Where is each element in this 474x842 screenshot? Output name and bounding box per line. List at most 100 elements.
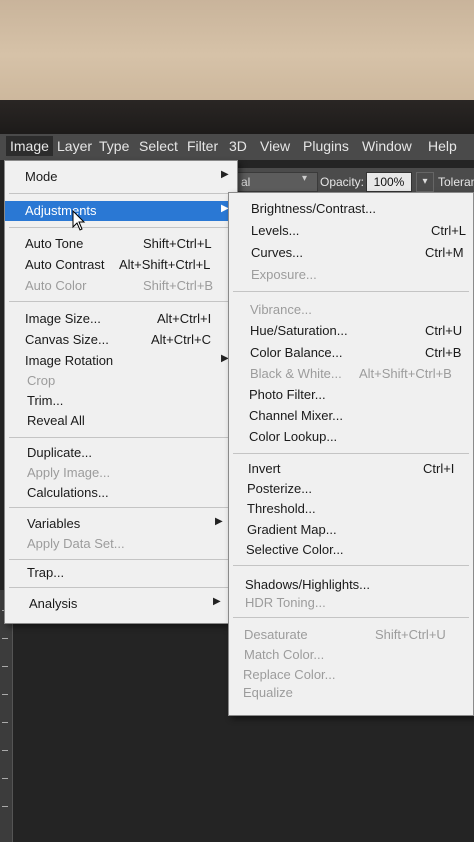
vertical-ruler <box>0 590 13 842</box>
menu-item-label: Apply Data Set... <box>27 536 125 551</box>
adjustments-submenu: Brightness/Contrast... Levels... Ctrl+L … <box>228 192 474 716</box>
menu-window[interactable]: Window <box>362 138 412 154</box>
menu-filter[interactable]: Filter <box>187 138 218 154</box>
menu-item-color-lookup[interactable]: Color Lookup... <box>229 427 473 447</box>
menu-item-threshold[interactable]: Threshold... <box>229 499 473 519</box>
image-menu: Mode ▶ Adjustments ▶ Auto Tone Shift+Ctr… <box>4 160 238 624</box>
menu-help[interactable]: Help <box>428 138 457 154</box>
menu-item-photo-filter[interactable]: Photo Filter... <box>229 385 473 405</box>
menu-item-label: Invert <box>248 461 281 476</box>
menu-item-auto-contrast[interactable]: Auto Contrast Alt+Shift+Ctrl+L <box>5 255 237 275</box>
menu-divider <box>233 617 469 618</box>
menu-item-analysis[interactable]: Analysis ▶ <box>5 594 237 614</box>
menu-item-auto-color: Auto Color Shift+Ctrl+B <box>5 276 237 296</box>
shortcut-label: Ctrl+M <box>425 245 464 260</box>
menu-view[interactable]: View <box>260 138 290 154</box>
menu-item-apply-image: Apply Image... <box>5 463 237 483</box>
menu-item-canvas-size[interactable]: Canvas Size... Alt+Ctrl+C <box>5 330 237 350</box>
menu-item-label: Color Balance... <box>250 345 343 360</box>
menu-item-label: Replace Color... <box>243 667 336 682</box>
menu-item-replace-color: Replace Color... <box>229 665 473 685</box>
menu-item-shadows-highlights[interactable]: Shadows/Highlights... <box>229 575 473 595</box>
menu-type[interactable]: Type <box>99 138 129 154</box>
menu-item-label: Auto Tone <box>25 236 84 251</box>
menu-item-selective-color[interactable]: Selective Color... <box>229 540 473 560</box>
background-wall <box>0 0 474 100</box>
menu-item-color-balance[interactable]: Color Balance... Ctrl+B <box>229 343 473 363</box>
menu-item-match-color: Match Color... <box>229 645 473 665</box>
menu-divider <box>9 507 233 508</box>
menu-item-label: Shadows/Highlights... <box>245 577 371 592</box>
menu-item-label: Match Color... <box>244 647 325 662</box>
menu-divider <box>9 301 233 302</box>
menu-layer[interactable]: Layer <box>57 138 92 154</box>
menu-item-label: Canvas Size... <box>25 332 109 347</box>
menu-item-label: Threshold... <box>247 501 316 516</box>
menu-image[interactable]: Image <box>6 136 53 156</box>
menu-item-label: Posterize... <box>247 481 313 496</box>
opacity-dropdown-button[interactable]: ▾ <box>416 172 434 192</box>
shortcut-label: Alt+Ctrl+C <box>151 332 211 347</box>
shortcut-label: Alt+Shift+Ctrl+B <box>359 366 452 381</box>
menu-item-mode[interactable]: Mode ▶ <box>5 167 237 187</box>
menu-plugins[interactable]: Plugins <box>303 138 349 154</box>
mouse-pointer-icon <box>72 210 86 231</box>
menu-item-label: Calculations... <box>27 485 109 500</box>
menu-3d[interactable]: 3D <box>229 138 247 154</box>
shortcut-label: Shift+Ctrl+U <box>375 627 446 642</box>
menu-item-label: Black & White... <box>250 366 342 381</box>
menu-divider <box>9 559 233 560</box>
menu-divider <box>233 291 469 292</box>
menu-item-crop: Crop <box>5 371 237 391</box>
shortcut-label: Shift+Ctrl+B <box>143 278 214 293</box>
menu-item-auto-tone[interactable]: Auto Tone Shift+Ctrl+L <box>5 234 237 254</box>
shortcut-label: Alt+Shift+Ctrl+L <box>119 257 211 272</box>
menu-item-curves[interactable]: Curves... Ctrl+M <box>229 243 473 263</box>
menu-item-label: Desaturate <box>244 627 308 642</box>
menu-item-label: Variables <box>27 516 81 531</box>
shortcut-label: Ctrl+L <box>431 223 467 238</box>
menu-item-gradient-map[interactable]: Gradient Map... <box>229 520 473 540</box>
menu-item-label: Duplicate... <box>27 445 93 460</box>
menu-item-duplicate[interactable]: Duplicate... <box>5 443 237 463</box>
menu-item-label: Mode <box>25 169 58 184</box>
menu-item-label: Exposure... <box>251 267 317 282</box>
menu-item-variables[interactable]: Variables ▶ <box>5 514 237 534</box>
menu-item-trap[interactable]: Trap... <box>5 563 237 583</box>
menu-item-reveal-all[interactable]: Reveal All <box>5 411 237 431</box>
menu-item-invert[interactable]: Invert Ctrl+I <box>229 459 473 479</box>
menu-item-image-rotation[interactable]: Image Rotation ▶ <box>5 351 237 371</box>
menu-item-label: Auto Contrast <box>25 257 105 272</box>
opacity-label: Opacity: <box>320 175 365 189</box>
menu-item-label: Brightness/Contrast... <box>251 201 376 216</box>
menu-item-vibrance: Vibrance... <box>229 300 473 320</box>
menu-item-adjustments[interactable]: Adjustments ▶ <box>5 201 237 221</box>
menu-item-label: Image Rotation <box>25 353 114 368</box>
menu-item-brightness-contrast[interactable]: Brightness/Contrast... <box>229 199 473 219</box>
menu-item-label: Photo Filter... <box>249 387 326 402</box>
menu-item-label: Apply Image... <box>27 465 111 480</box>
menu-item-calculations[interactable]: Calculations... <box>5 483 237 503</box>
chevron-down-icon: ▾ <box>302 173 308 184</box>
menu-item-label: Equalize <box>243 685 293 700</box>
menu-item-label: Analysis <box>29 596 78 611</box>
menu-item-levels[interactable]: Levels... Ctrl+L <box>229 221 473 241</box>
menu-item-label: Channel Mixer... <box>249 408 343 423</box>
menu-item-label: Levels... <box>251 223 300 238</box>
menu-divider <box>9 587 233 588</box>
menu-item-label: Crop <box>27 373 56 388</box>
menu-item-channel-mixer[interactable]: Channel Mixer... <box>229 406 473 426</box>
menu-item-trim[interactable]: Trim... <box>5 391 237 411</box>
menu-item-label: Trim... <box>27 393 64 408</box>
menu-select[interactable]: Select <box>139 138 178 154</box>
menu-item-label: Auto Color <box>25 278 87 293</box>
menu-item-hue-saturation[interactable]: Hue/Saturation... Ctrl+U <box>229 321 473 341</box>
menu-item-exposure: Exposure... <box>229 265 473 285</box>
shortcut-label: Shift+Ctrl+L <box>143 236 212 251</box>
opacity-input[interactable]: 100% <box>366 172 412 192</box>
menu-item-posterize[interactable]: Posterize... <box>229 479 473 499</box>
menu-item-equalize: Equalize <box>229 683 473 703</box>
menu-divider <box>233 453 469 454</box>
menu-item-image-size[interactable]: Image Size... Alt+Ctrl+I <box>5 309 237 329</box>
menu-item-apply-data-set: Apply Data Set... <box>5 534 237 554</box>
